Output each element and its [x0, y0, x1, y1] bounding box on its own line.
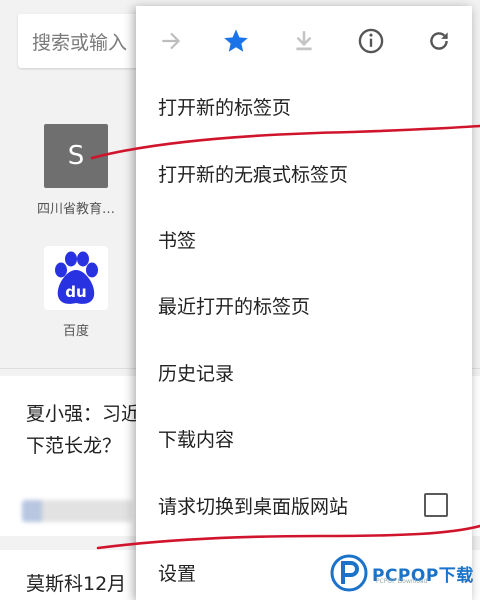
pcpop-logo-icon [330, 554, 368, 592]
info-icon[interactable] [354, 24, 388, 58]
menu-item-new-tab[interactable]: 打开新的标签页 [136, 73, 472, 139]
refresh-icon[interactable] [422, 24, 456, 58]
tile-label: 四川省教育… [36, 202, 115, 217]
menu-item-bookmarks[interactable]: 书签 [136, 206, 472, 272]
menu-item-request-desktop-site[interactable]: 请求切换到桌面版网站 [136, 472, 472, 538]
baidu-paw-icon: du [44, 246, 108, 310]
menu-item-label: 历史记录 [158, 362, 235, 385]
menu-item-label: 请求切换到桌面版网站 [158, 495, 349, 518]
menu-item-history[interactable]: 历史记录 [136, 339, 472, 405]
overflow-menu: 打开新的标签页 打开新的无痕式标签页 书签 最近打开的标签页 历史记录 下载内容… [136, 6, 472, 600]
shortcut-tile-sichuan[interactable]: S 四川省教育… [26, 124, 126, 217]
desktop-site-checkbox[interactable] [424, 493, 448, 517]
watermark-subtext: PCPOP Download [376, 578, 428, 585]
menu-item-downloads[interactable]: 下载内容 [136, 405, 472, 471]
news-title-line1: 夏小强：习近 [26, 403, 141, 425]
shortcut-tile-baidu[interactable]: du 百度 [26, 246, 126, 339]
star-bookmark-icon[interactable] [219, 24, 253, 58]
search-placeholder: 搜索或输入 [32, 31, 128, 54]
forward-arrow-icon[interactable] [154, 24, 188, 58]
menu-item-label: 书签 [158, 229, 197, 252]
baidu-logo-text: du [65, 283, 86, 301]
menu-item-label: 最近打开的标签页 [158, 295, 311, 318]
menu-item-label: 设置 [158, 562, 197, 585]
watermark: PCPOP下载 PCPOP Download [330, 554, 474, 592]
menu-item-new-incognito-tab[interactable]: 打开新的无痕式标签页 [136, 140, 472, 206]
menu-item-label: 下载内容 [158, 428, 235, 451]
menu-toolbar [136, 6, 472, 76]
menu-item-recent-tabs[interactable]: 最近打开的标签页 [136, 272, 472, 338]
news-source-blurred [22, 500, 132, 522]
news-title-line1: 莫斯科12月 [26, 573, 127, 595]
menu-item-label: 打开新的无痕式标签页 [158, 163, 349, 186]
download-icon[interactable] [287, 24, 321, 58]
tile-label: 百度 [62, 324, 89, 339]
tile-letter-icon: S [44, 124, 108, 188]
news-title-line2: 下范长龙？ [26, 435, 122, 457]
menu-item-label: 打开新的标签页 [158, 96, 292, 119]
